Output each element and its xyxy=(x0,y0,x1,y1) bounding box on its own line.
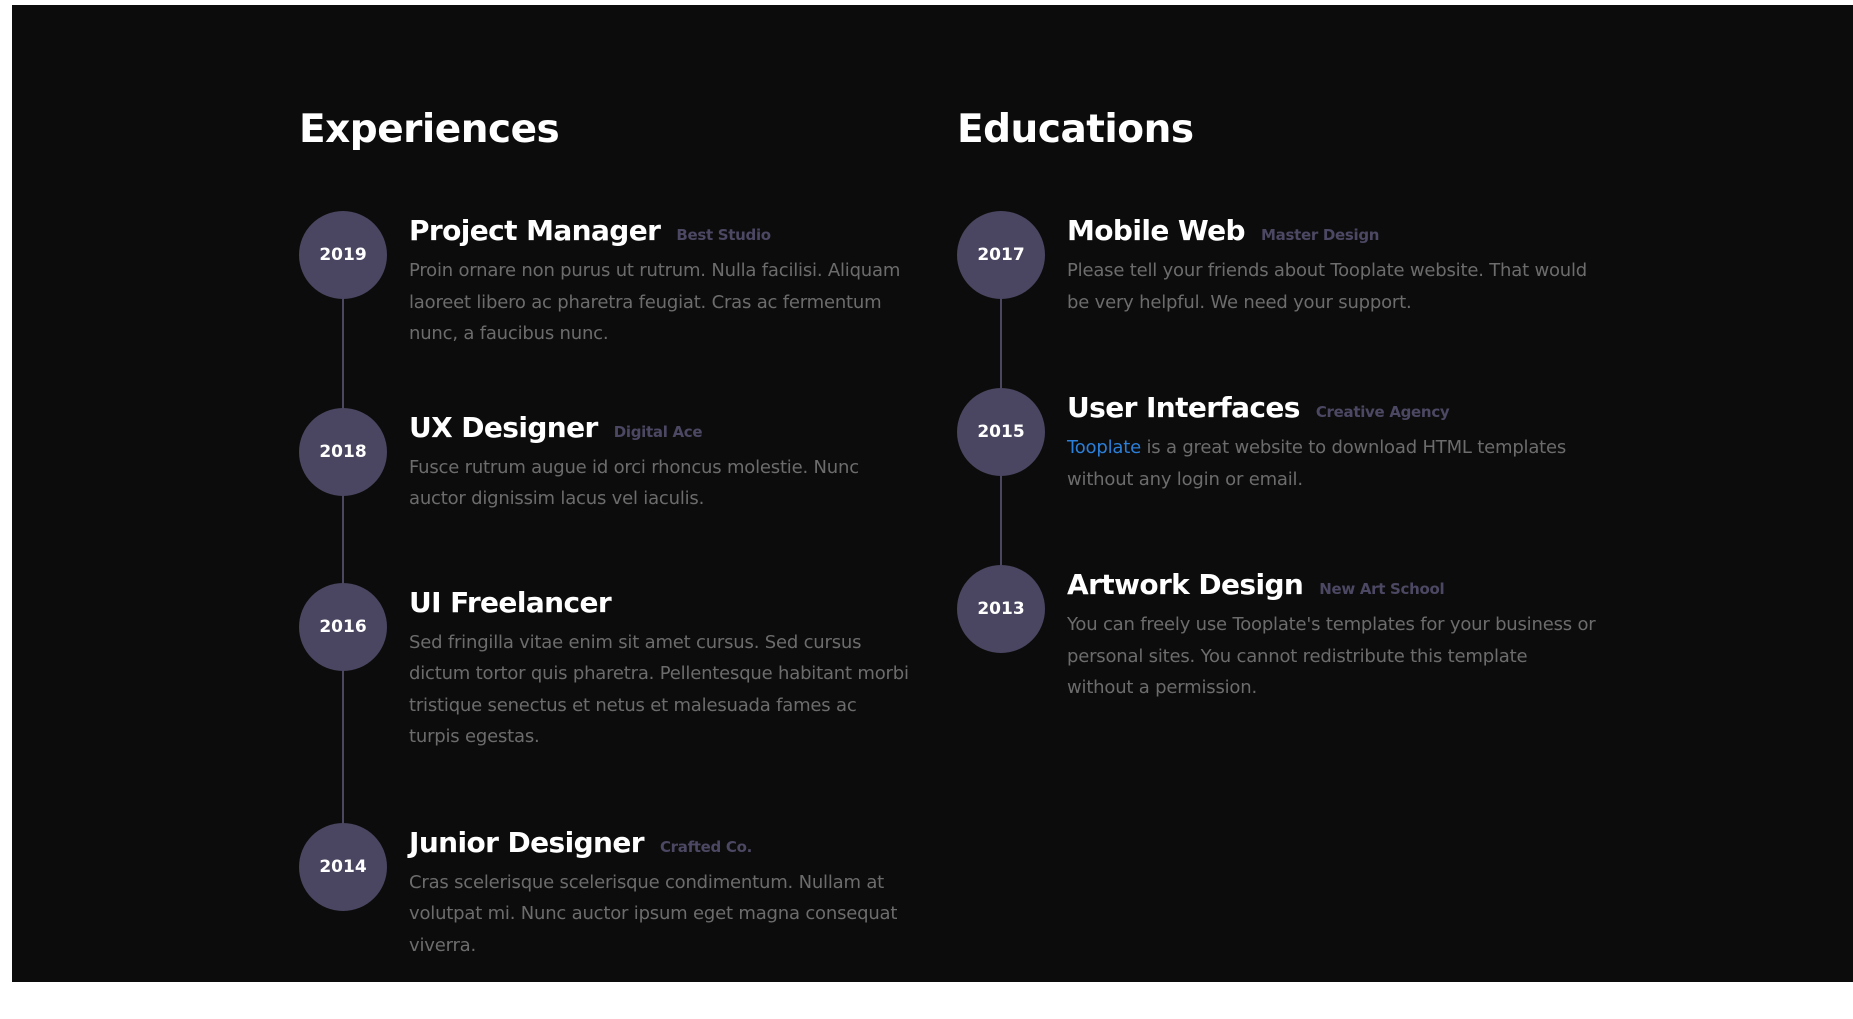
item-title: User Interfaces xyxy=(1067,391,1300,424)
experiences-timeline: 2019 Project Manager Best Studio Proin o… xyxy=(299,211,909,961)
timeline-item: 2015 User Interfaces Creative Agency Too… xyxy=(957,388,1597,495)
item-description: Proin ornare non purus ut rutrum. Nulla … xyxy=(409,260,901,344)
timeline-item: 2014 Junior Designer Crafted Co. Cras sc… xyxy=(299,822,909,962)
item-title: UX Designer xyxy=(409,410,598,444)
tooplate-link[interactable]: Tooplate xyxy=(1067,437,1141,458)
year-badge: 2018 xyxy=(299,407,387,496)
year-badge: 2017 xyxy=(957,211,1045,299)
item-description: Cras scelerisque scelerisque condimentum… xyxy=(409,871,898,956)
item-description: Tooplate is a great website to download … xyxy=(1067,432,1597,495)
timeline-item: 2019 Project Manager Best Studio Proin o… xyxy=(299,211,909,350)
item-organization: New Art School xyxy=(1319,580,1445,598)
item-organization: Best Studio xyxy=(676,226,771,244)
item-description: Sed fringilla vitae enim sit amet cursus… xyxy=(409,631,909,748)
timeline-item: 2018 UX Designer Digital Ace Fusce rutru… xyxy=(299,407,909,515)
item-title: Mobile Web xyxy=(1067,214,1246,247)
item-organization: Digital Ace xyxy=(613,422,703,441)
year-badge: 2016 xyxy=(299,582,387,671)
educations-timeline: 2017 Mobile Web Master Design Please tel… xyxy=(957,211,1597,704)
item-description-text: is a great website to download HTML temp… xyxy=(1067,437,1567,490)
year-badge: 2014 xyxy=(299,822,387,911)
timeline-item: 2013 Artwork Design New Art School You c… xyxy=(957,565,1597,704)
year-badge: 2015 xyxy=(957,388,1045,476)
item-organization: Creative Agency xyxy=(1315,403,1450,421)
year-badge: 2019 xyxy=(299,211,387,299)
item-header: Project Manager Best Studio xyxy=(409,211,909,251)
timeline-item: 2016 UI Freelancer Sed fringilla vitae e… xyxy=(299,582,909,753)
item-title: Junior Designer xyxy=(409,825,645,859)
item-header: Mobile Web Master Design xyxy=(1067,211,1597,251)
item-header: Artwork Design New Art School xyxy=(1067,565,1597,605)
item-organization: Crafted Co. xyxy=(659,837,753,856)
year-badge: 2013 xyxy=(957,565,1045,653)
timeline-item: 2017 Mobile Web Master Design Please tel… xyxy=(957,211,1597,318)
item-title: Artwork Design xyxy=(1067,568,1304,601)
item-header: UI Freelancer xyxy=(409,583,909,623)
item-header: User Interfaces Creative Agency xyxy=(1067,388,1597,428)
experiences-heading: Experiences xyxy=(299,107,560,152)
item-header: UX Designer Digital Ace xyxy=(409,408,909,448)
item-title: UI Freelancer xyxy=(409,585,612,619)
educations-heading: Educations xyxy=(957,107,1194,152)
item-description: Fusce rutrum augue id orci rhoncus moles… xyxy=(409,456,859,510)
item-description: Please tell your friends about Tooplate … xyxy=(1067,260,1588,313)
page: Experiences 2019 Project Manager Best St… xyxy=(12,5,1853,982)
item-title: Project Manager xyxy=(409,214,661,247)
item-header: Junior Designer Crafted Co. xyxy=(409,823,909,863)
experiences-section: Experiences 2019 Project Manager Best St… xyxy=(299,101,909,1019)
item-organization: Master Design xyxy=(1261,226,1380,244)
item-description: You can freely use Tooplate's templates … xyxy=(1067,614,1596,698)
educations-section: Educations 2017 Mobile Web Master Design… xyxy=(957,101,1597,774)
